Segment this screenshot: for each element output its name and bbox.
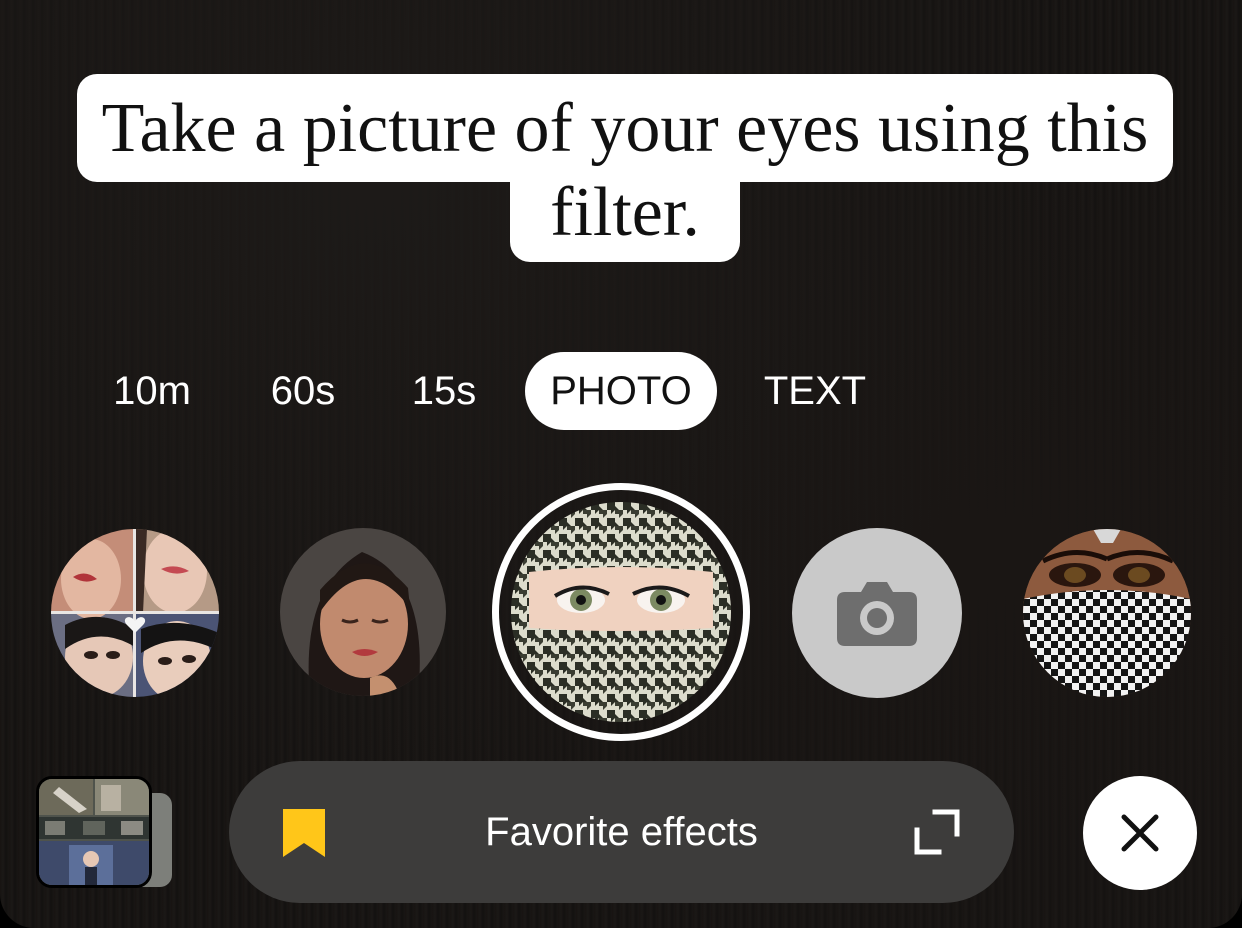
mode-photo[interactable]: PHOTO [525,352,717,430]
capture-button[interactable] [792,528,962,698]
effect-portrait[interactable] [280,528,446,696]
expand-icon[interactable] [913,808,961,856]
mode-60s[interactable]: 60s [258,352,348,430]
mode-text[interactable]: TEXT [756,352,874,430]
portrait-effect-icon [280,528,446,696]
favorite-effects-label: Favorite effects [485,810,758,854]
caption-line-1: Take a picture of your eyes using this [77,74,1173,182]
camera-icon [837,582,917,646]
collage-faces-effect-icon [51,529,219,697]
checkered-mask-effect-icon [1023,529,1191,697]
favorite-effects-bar[interactable]: Favorite effects [229,761,1014,903]
mode-10m[interactable]: 10m [104,352,200,430]
gallery-preview-image [39,779,149,885]
caption-line-2: filter. [510,170,740,262]
close-icon [1121,814,1159,852]
gallery-thumbnail[interactable] [36,776,152,888]
camera-screen: Take a picture of your eyes using this f… [0,0,1242,928]
effect-checkered-mask[interactable] [1023,529,1191,697]
capture-mode-selector: 10m 60s 15s PHOTO TEXT [0,352,1242,430]
effect-collage-faces[interactable] [51,529,219,697]
mode-15s[interactable]: 15s [402,352,486,430]
selected-effect-ring [492,483,750,741]
close-button[interactable] [1083,776,1197,890]
